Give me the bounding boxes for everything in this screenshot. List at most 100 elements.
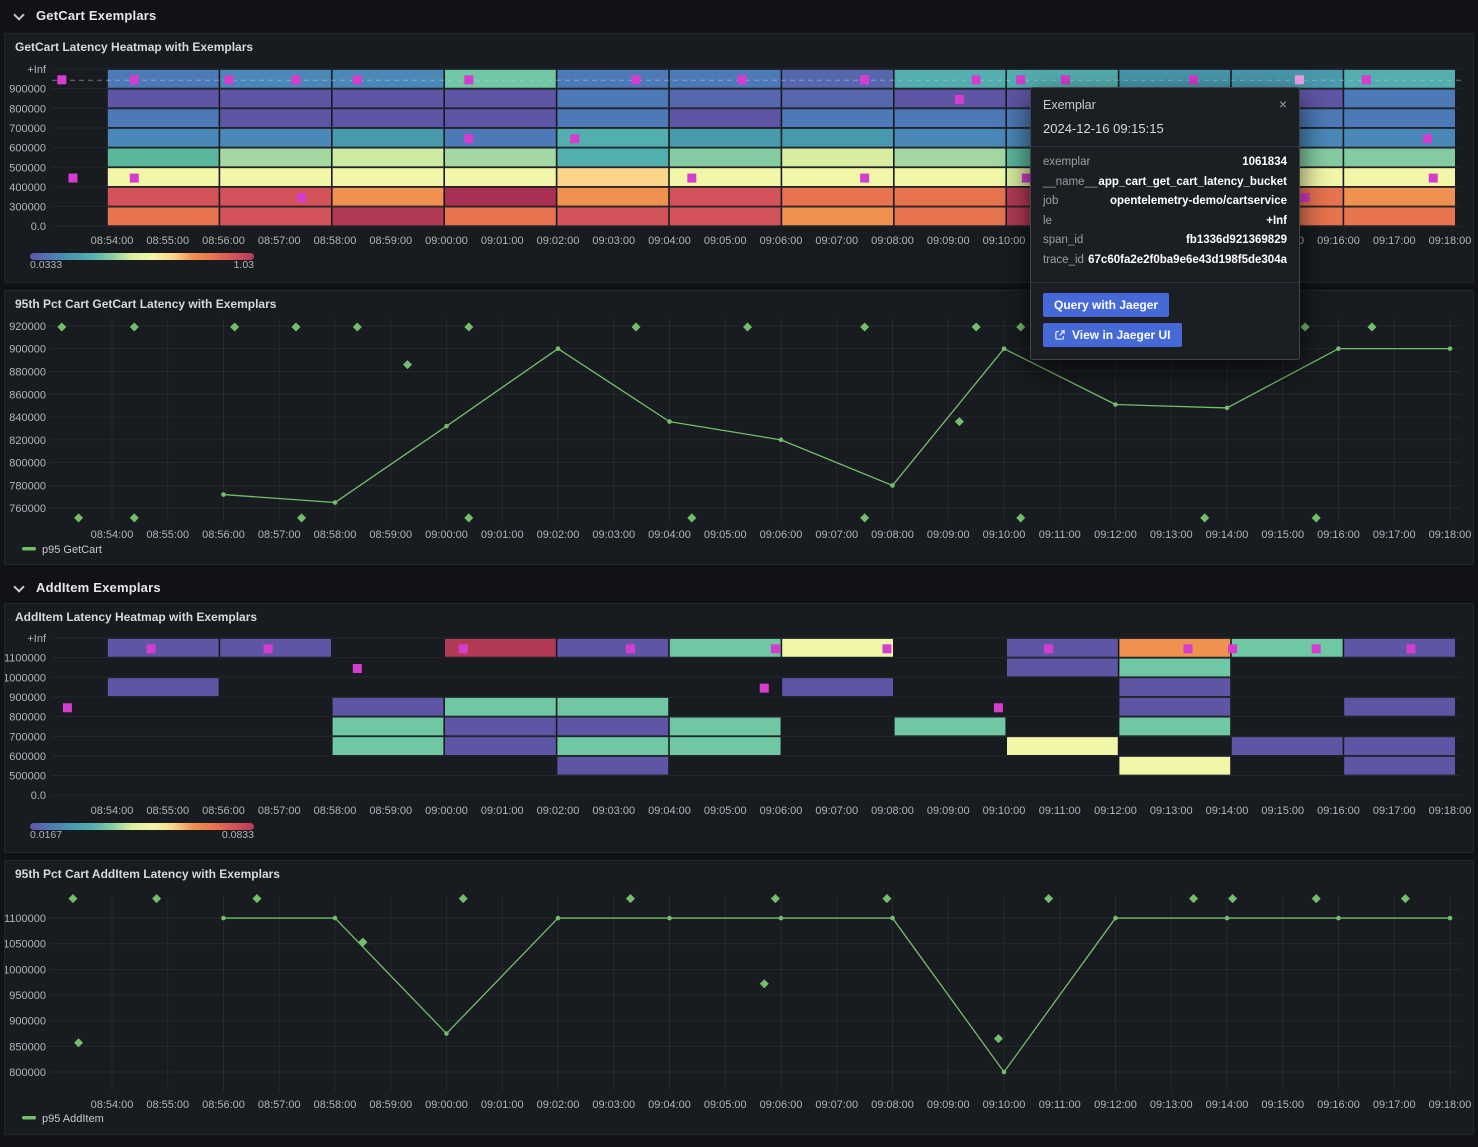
svg-text:900000: 900000 — [9, 692, 46, 704]
svg-text:09:00:00: 09:00:00 — [425, 1099, 468, 1111]
svg-text:09:05:00: 09:05:00 — [704, 1099, 747, 1111]
svg-text:0.0333: 0.0333 — [30, 259, 62, 271]
tooltip-title: Exemplar — [1043, 98, 1096, 112]
svg-text:300000: 300000 — [9, 202, 46, 214]
panel-title[interactable]: GetCart Latency Heatmap with Exemplars — [15, 40, 253, 54]
tooltip-field-row: span_id fb1336d921369829 — [1043, 234, 1287, 254]
svg-text:09:06:00: 09:06:00 — [760, 1099, 803, 1111]
svg-text:+Inf: +Inf — [27, 64, 47, 76]
external-link-icon — [1054, 329, 1066, 341]
additem-p95-canvas[interactable]: 1100000105000010000009500009000008500008… — [5, 861, 1474, 1134]
section-header-getcart[interactable]: GetCart Exemplars — [0, 0, 1478, 30]
tooltip-field-row: trace_id 67c60fa2e2f0ba9e6e43d198f5de304… — [1043, 254, 1287, 274]
tooltip-fields: exemplar 1061834 __name__ app_cart_get_c… — [1031, 146, 1299, 282]
svg-text:880000: 880000 — [9, 366, 46, 378]
query-with-jaeger-button[interactable]: Query with Jaeger — [1043, 293, 1169, 317]
panel-title[interactable]: 95th Pct Cart AddItem Latency with Exemp… — [15, 867, 280, 881]
svg-text:800000: 800000 — [9, 712, 46, 724]
svg-text:780000: 780000 — [9, 480, 46, 492]
svg-text:860000: 860000 — [9, 389, 46, 401]
svg-text:09:12:00: 09:12:00 — [1094, 1099, 1137, 1111]
svg-text:1100000: 1100000 — [5, 653, 46, 665]
svg-text:09:03:00: 09:03:00 — [592, 805, 635, 817]
svg-text:600000: 600000 — [9, 143, 46, 155]
svg-text:08:58:00: 08:58:00 — [314, 235, 357, 247]
section-header-additem[interactable]: AddItem Exemplars — [0, 572, 1478, 602]
svg-text:09:12:00: 09:12:00 — [1094, 805, 1137, 817]
chevron-down-icon[interactable] — [14, 11, 23, 20]
svg-text:850000: 850000 — [9, 1041, 46, 1053]
svg-text:1050000: 1050000 — [5, 939, 46, 951]
svg-text:09:13:00: 09:13:00 — [1150, 805, 1193, 817]
svg-text:09:10:00: 09:10:00 — [983, 1099, 1026, 1111]
svg-text:09:04:00: 09:04:00 — [648, 1099, 691, 1111]
svg-text:09:03:00: 09:03:00 — [592, 1099, 635, 1111]
close-icon[interactable]: × — [1279, 98, 1287, 110]
svg-text:820000: 820000 — [9, 435, 46, 447]
svg-text:800000: 800000 — [9, 103, 46, 115]
svg-text:920000: 920000 — [9, 321, 46, 333]
svg-text:09:11:00: 09:11:00 — [1039, 1099, 1081, 1111]
svg-text:1000000: 1000000 — [5, 964, 46, 976]
svg-text:09:14:00: 09:14:00 — [1206, 805, 1249, 817]
svg-text:09:17:00: 09:17:00 — [1373, 805, 1416, 817]
dashboard: GetCart Exemplars GetCart Latency Heatma… — [0, 0, 1478, 1147]
svg-text:09:09:00: 09:09:00 — [927, 529, 970, 541]
svg-text:1.03: 1.03 — [234, 259, 255, 271]
svg-text:900000: 900000 — [9, 84, 46, 96]
chevron-down-icon[interactable] — [14, 583, 23, 592]
field-key: __name__ — [1043, 176, 1097, 188]
section-title: GetCart Exemplars — [36, 8, 156, 23]
svg-text:08:57:00: 08:57:00 — [258, 805, 301, 817]
svg-text:800000: 800000 — [9, 458, 46, 470]
svg-text:09:16:00: 09:16:00 — [1317, 235, 1360, 247]
svg-text:08:56:00: 08:56:00 — [202, 1099, 245, 1111]
svg-text:08:58:00: 08:58:00 — [314, 529, 357, 541]
field-key: span_id — [1043, 234, 1083, 246]
svg-text:09:01:00: 09:01:00 — [481, 805, 524, 817]
svg-text:09:02:00: 09:02:00 — [537, 529, 580, 541]
svg-text:09:18:00: 09:18:00 — [1429, 805, 1472, 817]
svg-text:p95 GetCart: p95 GetCart — [42, 544, 102, 556]
field-key: exemplar — [1043, 156, 1090, 168]
button-label: View in Jaeger UI — [1072, 328, 1171, 342]
panel-title[interactable]: AddItem Latency Heatmap with Exemplars — [15, 610, 257, 624]
svg-text:09:18:00: 09:18:00 — [1429, 529, 1472, 541]
svg-text:09:15:00: 09:15:00 — [1261, 529, 1304, 541]
svg-text:09:07:00: 09:07:00 — [815, 529, 858, 541]
svg-text:09:04:00: 09:04:00 — [648, 235, 691, 247]
svg-text:08:57:00: 08:57:00 — [258, 529, 301, 541]
svg-text:09:02:00: 09:02:00 — [537, 1099, 580, 1111]
svg-text:09:06:00: 09:06:00 — [760, 805, 803, 817]
svg-text:09:01:00: 09:01:00 — [481, 529, 524, 541]
tooltip-field-row: job opentelemetry-demo/cartservice — [1043, 195, 1287, 215]
svg-text:500000: 500000 — [9, 771, 46, 783]
svg-text:09:03:00: 09:03:00 — [592, 529, 635, 541]
svg-text:600000: 600000 — [9, 751, 46, 763]
svg-text:1000000: 1000000 — [5, 672, 46, 684]
svg-text:08:58:00: 08:58:00 — [314, 1099, 357, 1111]
view-in-jaeger-button[interactable]: View in Jaeger UI — [1043, 323, 1182, 347]
field-value: app_cart_get_cart_latency_bucket — [1098, 176, 1287, 188]
svg-text:800000: 800000 — [9, 1067, 46, 1079]
panel-title[interactable]: 95th Pct Cart GetCart Latency with Exemp… — [15, 297, 276, 311]
svg-text:09:12:00: 09:12:00 — [1094, 529, 1137, 541]
svg-text:09:07:00: 09:07:00 — [815, 1099, 858, 1111]
svg-text:09:02:00: 09:02:00 — [537, 805, 580, 817]
section-title: AddItem Exemplars — [36, 580, 161, 595]
svg-text:09:09:00: 09:09:00 — [927, 1099, 970, 1111]
svg-text:09:08:00: 09:08:00 — [871, 235, 914, 247]
field-value: opentelemetry-demo/cartservice — [1110, 195, 1287, 207]
svg-text:09:11:00: 09:11:00 — [1039, 805, 1081, 817]
svg-text:08:59:00: 08:59:00 — [369, 1099, 412, 1111]
svg-text:09:17:00: 09:17:00 — [1373, 529, 1416, 541]
svg-text:09:04:00: 09:04:00 — [648, 805, 691, 817]
additem-heatmap-canvas[interactable]: +Inf110000010000009000008000007000006000… — [5, 604, 1474, 852]
svg-text:900000: 900000 — [9, 344, 46, 356]
svg-text:700000: 700000 — [9, 123, 46, 135]
tooltip-field-row: __name__ app_cart_get_cart_latency_bucke… — [1043, 176, 1287, 196]
tooltip-timestamp: 2024-12-16 09:15:15 — [1043, 121, 1287, 136]
svg-text:08:55:00: 08:55:00 — [146, 529, 189, 541]
svg-text:08:59:00: 08:59:00 — [369, 529, 412, 541]
svg-text:09:07:00: 09:07:00 — [815, 805, 858, 817]
